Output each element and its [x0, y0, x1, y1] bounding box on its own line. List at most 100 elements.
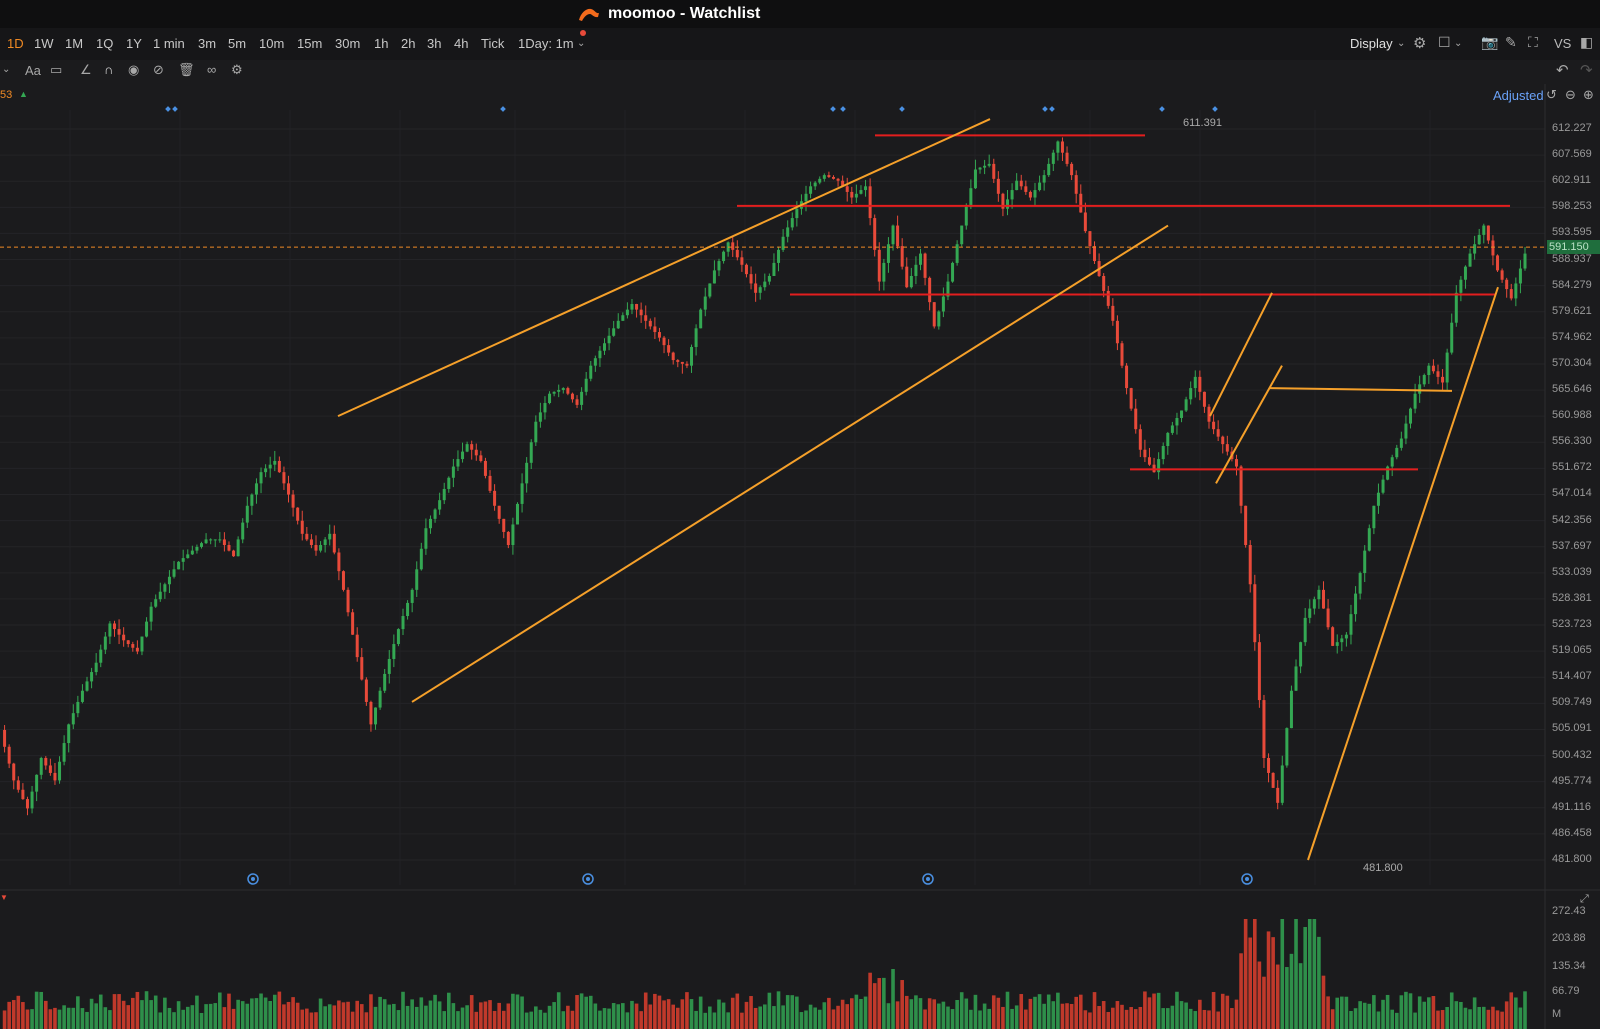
candle-body — [62, 743, 66, 762]
volume-bar — [1422, 1001, 1427, 1029]
candle-body — [181, 558, 185, 562]
candle-body — [259, 472, 263, 484]
candle-body — [635, 304, 639, 310]
volume-bar — [318, 998, 323, 1029]
volume-bar — [497, 1002, 501, 1029]
volume-bar — [1326, 996, 1330, 1029]
volume-bar — [836, 1005, 840, 1029]
candle-body — [1413, 393, 1417, 409]
candle-body — [1459, 279, 1463, 293]
candle-body — [419, 548, 423, 570]
candle-body — [1024, 186, 1028, 192]
volume-bar — [918, 998, 923, 1029]
volume-bar — [1161, 1008, 1166, 1029]
candle-body — [1248, 545, 1252, 585]
candle-body — [58, 761, 62, 781]
volume-bar — [1523, 991, 1527, 1029]
volume-bar — [1262, 976, 1266, 1029]
volume-bar — [996, 997, 1001, 1029]
candle-body — [1047, 163, 1051, 176]
volume-bar — [1243, 919, 1248, 1029]
price-chart[interactable] — [0, 0, 1600, 1029]
candle-body — [351, 612, 355, 635]
candle-body — [1175, 417, 1179, 426]
candle-body — [497, 505, 501, 519]
candle-body — [914, 264, 918, 276]
volume-bar — [2, 1010, 7, 1029]
volume-bar — [1459, 1001, 1463, 1029]
volume-bar — [937, 1003, 941, 1029]
collapse-triangle-icon[interactable]: ▼ — [0, 893, 8, 902]
volume-bar — [1477, 1007, 1482, 1029]
volume-bar — [863, 996, 868, 1029]
candle-body — [612, 328, 616, 336]
volume-bar — [1514, 997, 1518, 1029]
volume-bar — [602, 1008, 607, 1029]
volume-bar — [222, 1007, 227, 1029]
candle-body — [1093, 246, 1097, 262]
candle-body — [190, 550, 194, 555]
expand-icon[interactable]: ⤢ — [1580, 893, 1589, 906]
candle-body — [630, 304, 634, 310]
volume-bar — [547, 1005, 552, 1029]
candle-body — [561, 388, 565, 390]
volume-bar — [144, 991, 149, 1029]
price-axis-tick: 547.014 — [1552, 487, 1592, 500]
candle-body — [1486, 225, 1490, 241]
candle-body — [488, 475, 492, 491]
candle-body — [1289, 690, 1293, 729]
volume-bar — [1445, 1007, 1449, 1029]
event-circle-dot-icon — [1245, 877, 1249, 881]
volume-bar — [80, 1008, 85, 1029]
candle-body — [1138, 429, 1142, 450]
volume-bar — [730, 997, 735, 1029]
volume-bar — [987, 1008, 991, 1029]
candle-body — [1143, 449, 1147, 458]
candle-body — [525, 462, 529, 484]
candle-body — [410, 589, 414, 603]
candle-body — [369, 701, 373, 725]
candle-body — [859, 190, 863, 194]
volume-bar — [305, 1008, 309, 1029]
candle-body — [254, 483, 258, 495]
volume-bar — [515, 994, 520, 1029]
volume-bar — [694, 1010, 698, 1029]
candle-body — [1267, 757, 1271, 773]
volume-bar — [772, 1006, 776, 1029]
candle-body — [218, 539, 222, 541]
candle-body — [1083, 212, 1087, 232]
volume-bar — [1147, 997, 1152, 1029]
candle-body — [1523, 253, 1527, 269]
volume-bar — [1431, 995, 1436, 1029]
candle-body — [731, 242, 735, 250]
candle-body — [346, 589, 350, 613]
volume-bar — [300, 1009, 305, 1029]
candle-body — [287, 483, 291, 495]
volume-bar — [1307, 919, 1312, 1029]
candle-body — [529, 442, 533, 463]
candle-body — [712, 270, 716, 284]
candle-body — [754, 283, 758, 293]
candle-body — [76, 701, 80, 714]
event-marker-icon — [1212, 106, 1218, 112]
candle-body — [1225, 444, 1229, 452]
volume-bar — [1239, 953, 1243, 1029]
candle-body — [580, 391, 584, 405]
volume-bar — [1298, 963, 1303, 1029]
volume-bar — [740, 1012, 744, 1029]
candle-body — [1015, 180, 1019, 191]
volume-bar — [753, 1007, 758, 1029]
volume-bar — [117, 994, 121, 1029]
volume-bar — [1220, 993, 1225, 1029]
volume-bar — [1010, 1008, 1014, 1029]
candle-body — [1051, 152, 1055, 164]
candle-body — [149, 606, 153, 622]
candle-body — [35, 774, 39, 792]
event-marker-icon — [840, 106, 846, 112]
candle-body — [891, 225, 895, 245]
price-axis-tick: 537.697 — [1552, 539, 1592, 552]
candle-body — [103, 636, 107, 650]
candle-body — [1299, 642, 1303, 667]
volume-bar — [914, 995, 918, 1029]
volume-bar — [1211, 992, 1216, 1029]
